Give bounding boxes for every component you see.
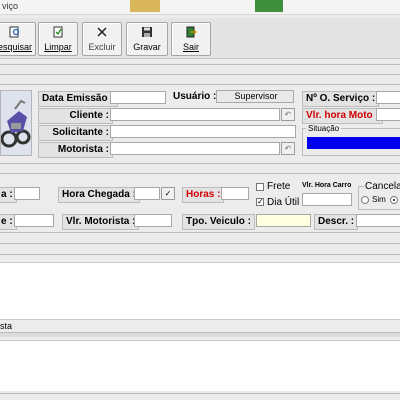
requester-label: Solicitante : bbox=[38, 125, 113, 141]
floppy-disk-icon bbox=[142, 27, 152, 37]
arrival-time-field[interactable] bbox=[134, 187, 160, 200]
divider bbox=[0, 173, 400, 174]
close-icon bbox=[97, 27, 107, 37]
cancelled-label: Cancelad bbox=[364, 181, 400, 192]
driver-field[interactable] bbox=[110, 142, 280, 155]
divider bbox=[0, 254, 400, 255]
freight-checkbox[interactable] bbox=[256, 183, 264, 191]
business-day-checkbox[interactable]: ✓ bbox=[256, 198, 264, 206]
title-bar: viço bbox=[0, 0, 400, 15]
clear-icon bbox=[53, 26, 63, 38]
client-lookup-button[interactable]: ↶ bbox=[281, 108, 295, 121]
client-field[interactable] bbox=[110, 108, 280, 121]
issue-date-field[interactable] bbox=[110, 91, 166, 104]
exit-button-label: Sair bbox=[182, 42, 199, 52]
clear-button-label: Limpar bbox=[44, 42, 72, 52]
arrival-time-label: Hora Chegada : bbox=[58, 187, 140, 203]
requester-field[interactable] bbox=[110, 125, 296, 138]
exit-button[interactable]: Sair bbox=[171, 22, 211, 56]
user-field: Supervisor bbox=[216, 90, 294, 103]
issue-date-label: Data Emissão : bbox=[38, 91, 118, 107]
hours-field[interactable] bbox=[221, 187, 249, 200]
items-list-area[interactable] bbox=[0, 262, 400, 320]
delete-button-label: Excluir bbox=[88, 42, 116, 52]
divider bbox=[0, 64, 400, 65]
clear-button[interactable]: Limpar bbox=[38, 22, 78, 56]
hours-label: Horas : bbox=[182, 187, 225, 203]
description-field[interactable] bbox=[356, 214, 400, 227]
divider bbox=[0, 163, 400, 164]
divider bbox=[0, 84, 400, 85]
save-button-label: Gravar bbox=[133, 42, 161, 52]
search-button[interactable]: esquisar bbox=[0, 22, 36, 56]
client-label: Cliente : bbox=[38, 108, 113, 124]
taskbar-strip bbox=[255, 0, 283, 12]
driver-value-label: Vlr. Motorista : bbox=[62, 214, 140, 230]
notes-area[interactable] bbox=[0, 340, 400, 391]
confirm-time-button[interactable]: ✓ bbox=[161, 187, 175, 200]
divider bbox=[0, 74, 400, 75]
motorcycle-icon bbox=[0, 99, 31, 148]
window-title: viço bbox=[2, 1, 19, 11]
car-hour-rate-label: Vlr. Hora Carro bbox=[302, 182, 352, 189]
cancelled-yes-label: Sim bbox=[372, 195, 386, 204]
taskbar-strip bbox=[130, 0, 160, 12]
save-button[interactable]: Gravar bbox=[126, 22, 168, 56]
car-hour-rate-field[interactable] bbox=[302, 193, 352, 206]
status-label: Situação bbox=[306, 124, 342, 133]
user-label: Usuário : bbox=[173, 91, 217, 102]
moto-hour-rate-label: Vlr. hora Moto : bbox=[302, 108, 383, 124]
cancelled-no-radio[interactable] bbox=[390, 196, 398, 204]
freight-label: Frete bbox=[267, 181, 291, 192]
delete-button[interactable]: Excluir bbox=[82, 22, 122, 56]
driver-lookup-button[interactable]: ↶ bbox=[281, 142, 295, 155]
divider bbox=[0, 232, 400, 233]
vehicle-image bbox=[0, 90, 32, 156]
departure-time-field[interactable] bbox=[14, 187, 40, 200]
divider bbox=[0, 243, 400, 244]
service-order-label: Nº O. Serviço : bbox=[302, 91, 380, 107]
exit-door-icon bbox=[186, 26, 197, 38]
driver-value-field[interactable] bbox=[134, 214, 172, 227]
search-icon bbox=[9, 26, 20, 38]
moto-hour-rate-field[interactable] bbox=[376, 108, 400, 121]
service-order-field[interactable] bbox=[376, 91, 400, 104]
row2-first-field[interactable] bbox=[14, 214, 54, 227]
description-label: Descr. : bbox=[314, 214, 359, 230]
vehicle-type-field[interactable] bbox=[256, 214, 311, 227]
search-button-label: esquisar bbox=[0, 42, 33, 52]
driver-label: Motorista : bbox=[38, 142, 113, 158]
section-divider bbox=[0, 332, 400, 337]
vehicle-type-label: Tpo. Veiculo : bbox=[182, 214, 256, 230]
business-day-label: Dia Útil bbox=[267, 197, 300, 208]
bottom-section-label: sta bbox=[0, 321, 13, 331]
cancelled-yes-radio[interactable] bbox=[361, 196, 369, 204]
status-indicator bbox=[307, 137, 400, 149]
divider bbox=[0, 393, 400, 394]
